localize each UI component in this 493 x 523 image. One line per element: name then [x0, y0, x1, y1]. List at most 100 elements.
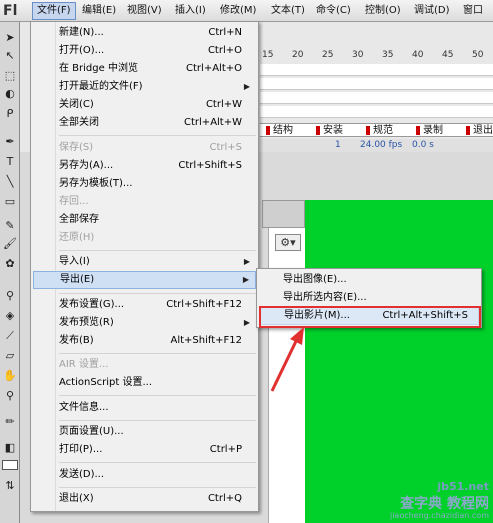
bone-icon[interactable]: ⚲ [2, 288, 18, 304]
menu-item-browse-bridge[interactable]: 在 Bridge 中浏览 Ctrl+Alt+O [33, 60, 256, 78]
menu-edit[interactable]: 编辑(E) [78, 2, 120, 20]
frame-label[interactable]: 安装 [314, 124, 343, 137]
lasso-icon[interactable]: ᑭ [2, 106, 18, 122]
menu-separator [59, 250, 256, 251]
subselection-tool-icon[interactable]: ↖ [2, 48, 18, 64]
menu-text[interactable]: 文本(T) [267, 2, 309, 20]
menu-item-import[interactable]: 导入(I) ▶ [33, 253, 256, 271]
menu-item-check-in: 存回... [33, 193, 256, 211]
pencil-icon[interactable]: ✎ [2, 218, 18, 234]
menu-item-export-image[interactable]: 导出图像(E)... [259, 271, 479, 289]
line-tool-icon[interactable]: ╲ [2, 174, 18, 190]
pen-icon[interactable]: ✒ [2, 134, 18, 150]
menu-item-label: 导出(E) [60, 274, 95, 285]
menu-item-label: ActionScript 设置... [59, 377, 153, 388]
menu-separator [59, 353, 256, 354]
hand-icon[interactable]: ✋ [2, 368, 18, 384]
text-tool-icon[interactable]: T [2, 154, 18, 170]
menu-separator [59, 293, 256, 294]
menu-item-publish-preview[interactable]: 发布预览(R) ▶ [33, 314, 256, 332]
menu-item-shortcut: Ctrl+W [205, 99, 242, 110]
menu-insert[interactable]: 插入(I) [171, 2, 210, 20]
menu-item-page-setup[interactable]: 页面设置(U)... [33, 423, 256, 441]
menu-item-file-info[interactable]: 文件信息... [33, 399, 256, 417]
lasso-icon[interactable]: ◐ [2, 86, 18, 102]
ruler-tick: 45 [442, 50, 454, 60]
frame-label[interactable]: 录制 [414, 124, 443, 137]
menu-item-save-as[interactable]: 另存为(A)... Ctrl+Shift+S [33, 157, 256, 175]
deco-icon[interactable]: ✿ [2, 256, 18, 272]
stage-canvas[interactable] [305, 200, 493, 523]
frame-label[interactable]: 规范 [364, 124, 393, 137]
color-swatch[interactable] [2, 460, 18, 470]
file-menu: 新建(N)... Ctrl+N 打开(O)... Ctrl+O 在 Bridge 中… [30, 21, 259, 512]
menu-separator [59, 135, 256, 136]
frame-label[interactable]: 结构 [264, 124, 293, 137]
panel-header [262, 200, 305, 228]
free-transform-icon[interactable]: ⬚ [2, 68, 18, 84]
menu-view[interactable]: 视图(V) [123, 2, 166, 20]
menu-item-publish-settings[interactable]: 发布设置(G)... Ctrl+Shift+F12 [33, 296, 256, 314]
menu-item-save-as-template[interactable]: 另存为模板(T)... [33, 175, 256, 193]
frame-row[interactable] [260, 92, 493, 104]
menu-item-air-settings: AIR 设置... [33, 356, 256, 374]
swap-colors-icon[interactable]: ⇅ [2, 478, 18, 494]
fill-color-icon[interactable]: ◧ [2, 440, 18, 456]
submenu-arrow-icon: ▶ [243, 318, 250, 327]
ruler-tick: 25 [322, 50, 334, 60]
menu-debug[interactable]: 调试(D) [410, 2, 454, 20]
watermark: jb51.net 查字典 教程网 jiaocheng.chazidian.com [355, 480, 493, 523]
menu-item-close[interactable]: 关闭(C) Ctrl+W [33, 96, 256, 114]
menu-item-shortcut: Ctrl+Q [207, 493, 242, 504]
menu-item-shortcut: Ctrl+Shift+S [178, 160, 242, 171]
menu-item-label: 发布设置(G)... [59, 299, 125, 310]
ruler-tick: 50 [472, 50, 484, 60]
menu-window[interactable]: 窗口 [459, 2, 487, 20]
menu-item-label: AIR 设置... [59, 359, 109, 370]
eraser-icon[interactable]: ▱ [2, 348, 18, 364]
ruler-tick: 35 [382, 50, 394, 60]
menu-item-label: 打开(O)... [59, 45, 105, 56]
menu-item-save-all[interactable]: 全部保存 [33, 211, 256, 229]
stroke-color-icon[interactable]: ✏ [2, 414, 18, 430]
brush-icon[interactable]: 🖌 [2, 236, 18, 252]
menu-item-exit[interactable]: 退出(X) Ctrl+Q [33, 490, 256, 508]
menu-item-publish[interactable]: 发布(B) Alt+Shift+F12 [33, 332, 256, 350]
menu-item-send[interactable]: 发送(D)... [33, 466, 256, 484]
menu-item-label: 打印(P)... [59, 444, 103, 455]
eyedropper-icon[interactable]: ⟋ [2, 328, 18, 344]
menu-item-label: 打开最近的文件(F) [59, 81, 143, 92]
menu-item-open[interactable]: 打开(O)... Ctrl+O [33, 42, 256, 60]
menu-file[interactable]: 文件(F) [32, 2, 76, 20]
menu-item-export-selection[interactable]: 导出所选内容(E)... [259, 289, 479, 307]
frame-row[interactable] [260, 78, 493, 90]
menu-item-new[interactable]: 新建(N)... Ctrl+N [33, 24, 256, 42]
menu-item-actionscript-settings[interactable]: ActionScript 设置... [33, 374, 256, 392]
zoom-icon[interactable]: ⚲ [2, 388, 18, 404]
menu-item-label: 另存为(A)... [59, 160, 114, 171]
frame-row[interactable] [260, 64, 493, 76]
menu-modify[interactable]: 修改(M) [216, 2, 260, 20]
menu-commands[interactable]: 命令(C) [312, 2, 355, 20]
frame-row[interactable] [260, 106, 493, 118]
selection-tool-icon[interactable]: ➤ [2, 30, 18, 46]
menu-item-print[interactable]: 打印(P)... Ctrl+P [33, 441, 256, 459]
menu-item-close-all[interactable]: 全部关闭 Ctrl+Alt+W [33, 114, 256, 132]
paint-bucket-icon[interactable]: ◈ [2, 308, 18, 324]
menubar: Fl 文件(F) 编辑(E) 视图(V) 插入(I) 修改(M) 文本(T) 命… [0, 0, 493, 22]
menu-item-open-recent[interactable]: 打开最近的文件(F) ▶ [33, 78, 256, 96]
ruler-tick: 30 [352, 50, 364, 60]
menu-item-shortcut: Alt+Shift+F12 [170, 335, 242, 346]
gear-icon[interactable]: ⚙▾ [275, 234, 301, 251]
frame-label[interactable]: 退出 [464, 124, 493, 137]
menu-item-export[interactable]: 导出(E) ▶ [33, 271, 256, 289]
menu-item-save: 保存(S) Ctrl+S [33, 139, 256, 157]
rectangle-tool-icon[interactable]: ▭ [2, 194, 18, 210]
frame-rate: 24.00 fps [360, 140, 403, 150]
menu-separator [59, 395, 256, 396]
menu-item-label: 发布预览(R) [59, 317, 114, 328]
menu-item-shortcut: Ctrl+Alt+O [186, 63, 242, 74]
menu-item-label: 存回... [59, 196, 89, 207]
menu-control[interactable]: 控制(O) [361, 2, 405, 20]
menu-item-label: 退出(X) [59, 493, 94, 504]
